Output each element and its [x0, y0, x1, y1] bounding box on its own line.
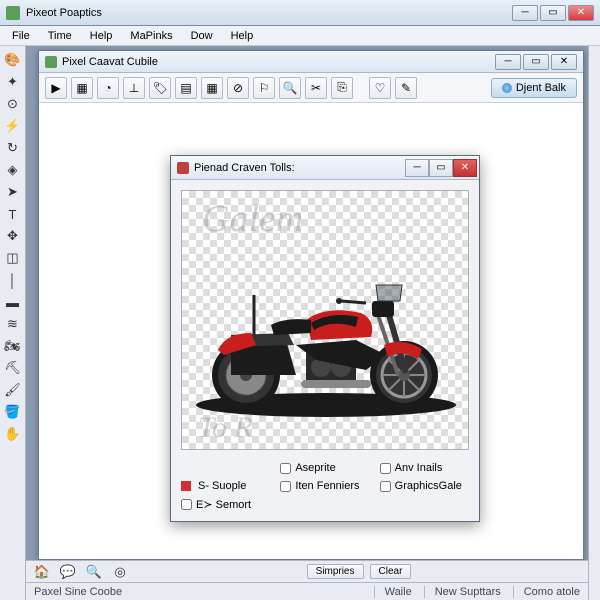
move-icon[interactable]: ✥	[3, 226, 23, 246]
hand-icon[interactable]: ✋	[3, 424, 23, 444]
heart-tool-icon[interactable]: ♡	[369, 77, 391, 99]
chat-icon[interactable]: 💬	[58, 562, 78, 582]
flag-tool-icon[interactable]: ⚐	[253, 77, 275, 99]
arrow-icon[interactable]: ➤	[3, 182, 23, 202]
palette-icon[interactable]: 🎨	[3, 50, 23, 70]
close-button[interactable]: ✕	[568, 5, 594, 21]
doc-minimize-button[interactable]: ─	[495, 54, 521, 70]
dialog-minimize-button[interactable]: ─	[405, 159, 429, 177]
status-atole: Como atole	[513, 586, 580, 598]
document-titlebar: Pixel Caavat Cubile ─ ▭ ✕	[39, 51, 583, 73]
menu-dow[interactable]: Dow	[183, 28, 221, 44]
dialog-maximize-button[interactable]: ▭	[429, 159, 453, 177]
minimize-button[interactable]: ─	[512, 5, 538, 21]
zoom-tool-icon[interactable]: 🔍	[279, 77, 301, 99]
copy-tool-icon[interactable]: ⎘	[331, 77, 353, 99]
line-icon[interactable]: │	[3, 270, 23, 290]
diamond-icon[interactable]: ◈	[3, 160, 23, 180]
pen-tool-icon[interactable]: ✎	[395, 77, 417, 99]
graphicsgale-checkbox[interactable]: GraphicsGale	[380, 480, 469, 492]
refresh-icon[interactable]: ↻	[3, 138, 23, 158]
red-swatch-icon	[181, 481, 191, 491]
document-title: Pixel Caavat Cubile	[62, 56, 158, 68]
align-tool-icon[interactable]: ⊥	[123, 77, 145, 99]
cut-tool-icon[interactable]: ✂	[305, 77, 327, 99]
anvinails-checkbox[interactable]: Anv Inails	[380, 462, 469, 474]
menu-file[interactable]: File	[4, 28, 38, 44]
document-toolbar: ▶ ▦ ◔ ⊥ 🏷 ▤ ▦ ⊘ ⚐ 🔍 ✂ ⎘ ♡ ✎ Djent Balk	[39, 73, 583, 103]
doc-maximize-button[interactable]: ▭	[523, 54, 549, 70]
text-icon[interactable]: T	[3, 204, 23, 224]
dialog-close-button[interactable]: ✕	[453, 159, 477, 177]
dialog-title: Pienad Craven Tolls:	[194, 162, 295, 174]
menu-time[interactable]: Time	[40, 28, 80, 44]
clock-tool-icon[interactable]: ◔	[97, 77, 119, 99]
doc-close-button[interactable]: ✕	[551, 54, 577, 70]
semort-checkbox[interactable]: E≻ Semort	[181, 498, 270, 511]
rect-icon[interactable]: ▬	[3, 292, 23, 312]
bucket-icon[interactable]: 🪣	[3, 402, 23, 422]
bike-icon[interactable]: 🏍	[3, 336, 23, 356]
sparkle-icon[interactable]: ✦	[3, 72, 23, 92]
dialog-titlebar[interactable]: Pienad Craven Tolls: ─ ▭ ✕	[171, 156, 479, 180]
suople-checkbox[interactable]: S- Suople	[181, 480, 270, 492]
spray-icon[interactable]: ≋	[3, 314, 23, 334]
status-bar: Paxel Sine Coobe Waile New Supttars Como…	[26, 582, 588, 600]
menu-mapinks[interactable]: MaPinks	[122, 28, 180, 44]
maximize-button[interactable]: ▭	[540, 5, 566, 21]
app-icon	[6, 6, 20, 20]
table-tool-icon[interactable]: ▤	[175, 77, 197, 99]
app-title: Pixeot Poaptics	[26, 7, 102, 19]
app-titlebar: Pixeot Poaptics ─ ▭ ✕	[0, 0, 600, 26]
aseprite-checkbox[interactable]: Aseprite	[280, 462, 369, 474]
crop-icon[interactable]: ◫	[3, 248, 23, 268]
simpries-button[interactable]: Simpries	[307, 564, 364, 579]
home-icon[interactable]: 🏠	[32, 562, 52, 582]
dialog-icon	[177, 162, 189, 174]
tag-tool-icon[interactable]: 🏷	[149, 77, 171, 99]
document-icon	[45, 56, 57, 68]
right-sidebar	[588, 46, 600, 600]
left-toolbar: 🎨 ✦ ⊙ ⚡ ↻ ◈ ➤ T ✥ ◫ │ ▬ ≋ 🏍 ⛏ 🖌 🪣 ✋	[0, 46, 26, 600]
motorcycle-image	[181, 235, 469, 435]
target-icon[interactable]: ◎	[110, 562, 130, 582]
dialog: Pienad Craven Tolls: ─ ▭ ✕ Galem To R	[170, 155, 480, 522]
menu-help2[interactable]: Help	[223, 28, 262, 44]
wand-icon[interactable]: ⚡	[3, 116, 23, 136]
djent-button[interactable]: Djent Balk	[491, 78, 577, 98]
clear-button[interactable]: Clear	[370, 564, 412, 579]
status-waile: Waile	[374, 586, 412, 598]
globe-tool-icon[interactable]: ⊘	[227, 77, 249, 99]
pointer-tool-icon[interactable]: ▶	[45, 77, 67, 99]
options-grid: Aseprite Anv Inails S- Suople Iten Fenni…	[181, 462, 469, 511]
menubar: File Time Help MaPinks Dow Help	[0, 26, 600, 46]
status-dot-icon	[502, 83, 512, 93]
brush-icon[interactable]: 🖌	[3, 380, 23, 400]
lasso-icon[interactable]: ⊙	[3, 94, 23, 114]
preview-canvas[interactable]: Galem To R	[181, 190, 469, 450]
table2-tool-icon[interactable]: ▦	[201, 77, 223, 99]
bottom-toolbar: 🏠 💬 🔍 ◎ Simpries Clear	[26, 560, 588, 582]
grid-tool-icon[interactable]: ▦	[71, 77, 93, 99]
fenniers-checkbox[interactable]: Iten Fenniers	[280, 480, 369, 492]
menu-help[interactable]: Help	[82, 28, 121, 44]
status-left: Paxel Sine Coobe	[34, 586, 122, 598]
status-supttars: New Supttars	[424, 586, 501, 598]
zoom-in-icon[interactable]: 🔍	[84, 562, 104, 582]
pick-icon[interactable]: ⛏	[3, 358, 23, 378]
